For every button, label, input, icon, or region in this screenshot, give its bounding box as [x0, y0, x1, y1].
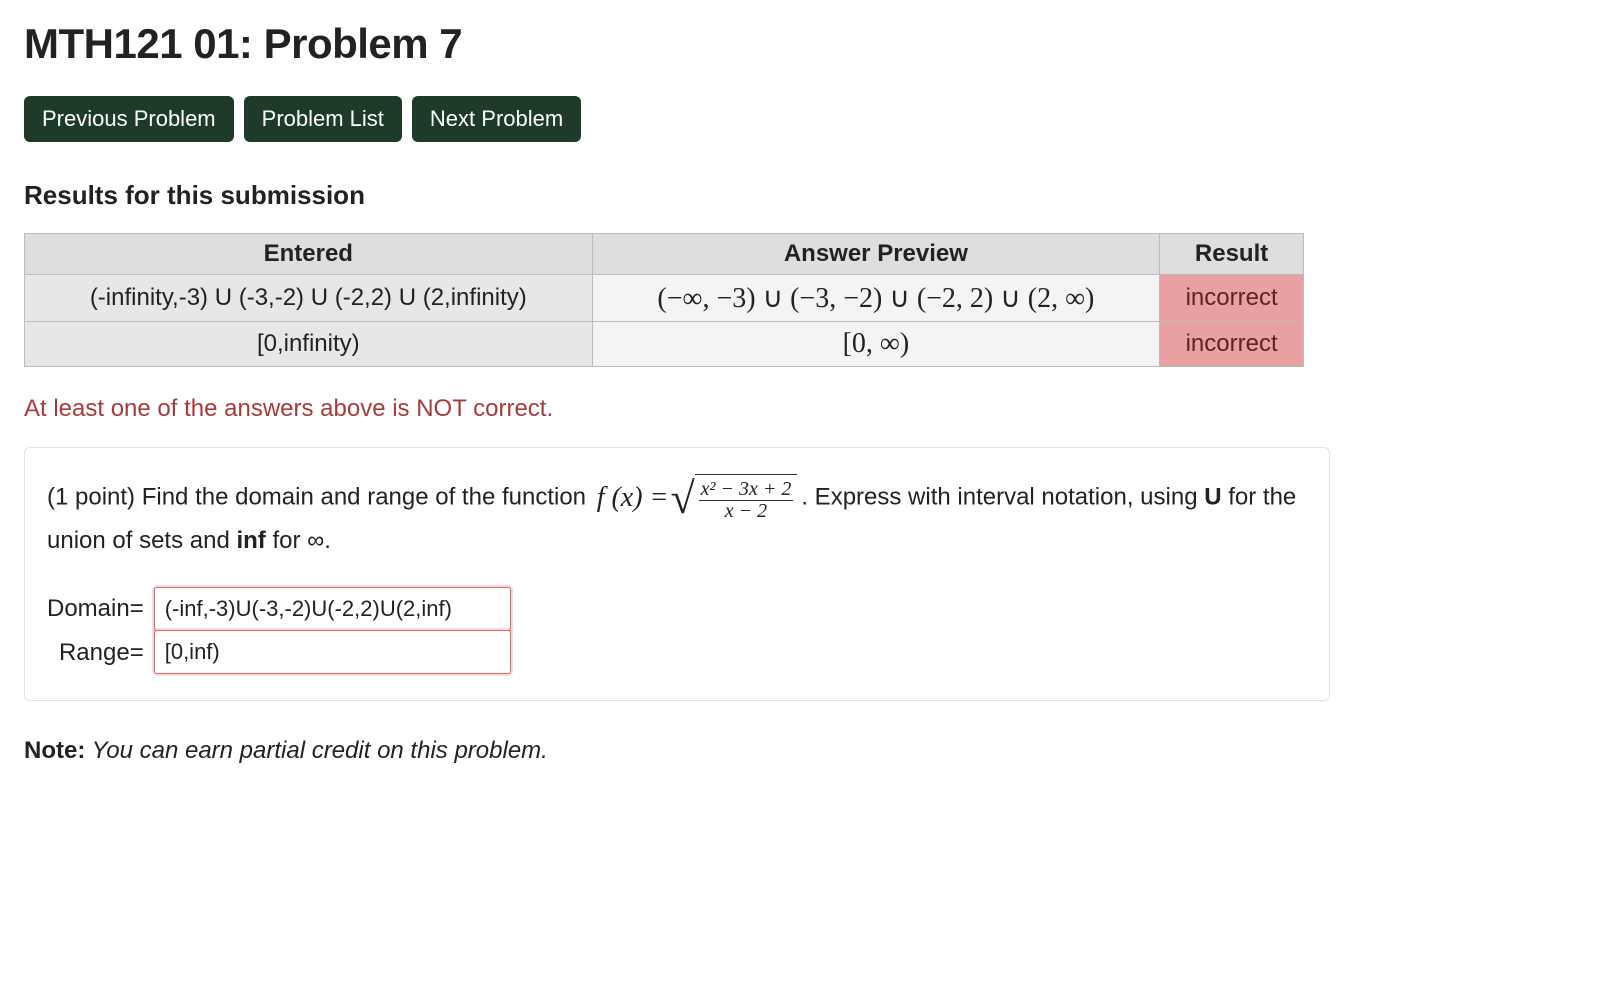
- domain-label: Domain=: [47, 595, 146, 623]
- entered-cell: [0,infinity): [25, 322, 593, 367]
- results-heading: Results for this submission: [24, 180, 1584, 211]
- problem-tail4: .: [324, 527, 331, 554]
- range-input[interactable]: [154, 630, 511, 674]
- range-label: Range=: [47, 639, 146, 667]
- problem-list-button[interactable]: Problem List: [244, 96, 402, 142]
- table-row: [0,infinity) [0, ∞) incorrect: [25, 322, 1304, 367]
- table-row: (-infinity,-3) U (-3,-2) U (-2,2) U (2,i…: [25, 275, 1304, 322]
- col-entered: Entered: [25, 234, 593, 275]
- note-text: You can earn partial credit on this prob…: [85, 737, 548, 764]
- fraction-numerator: x² − 3x + 2: [699, 479, 794, 501]
- sqrt-icon: √: [670, 480, 694, 528]
- problem-lead: Find the domain and range of the functio…: [135, 483, 593, 510]
- fn-lhs: f (x) =: [597, 476, 669, 519]
- inf-keyword-bold: inf: [236, 527, 265, 554]
- problem-statement: (1 point) Find the domain and range of t…: [24, 447, 1330, 701]
- preview-cell: (−∞, −3) ∪ (−3, −2) ∪ (−2, 2) ∪ (2, ∞): [592, 275, 1160, 322]
- results-table: Entered Answer Preview Result (-infinity…: [24, 233, 1304, 367]
- problem-tail3: for: [266, 527, 307, 554]
- preview-cell: [0, ∞): [592, 322, 1160, 367]
- problem-nav: Previous Problem Problem List Next Probl…: [24, 96, 1584, 142]
- function-expression: f (x) = √ x² − 3x + 2 x − 2: [597, 474, 798, 522]
- partial-credit-note: Note: You can earn partial credit on thi…: [24, 737, 1584, 765]
- col-result: Result: [1160, 234, 1304, 275]
- next-problem-button[interactable]: Next Problem: [412, 96, 581, 142]
- col-preview: Answer Preview: [592, 234, 1160, 275]
- fraction-denominator: x − 2: [723, 501, 769, 522]
- union-symbol-bold: U: [1204, 483, 1221, 510]
- problem-text: (1 point) Find the domain and range of t…: [47, 474, 1307, 559]
- note-label: Note:: [24, 737, 85, 764]
- result-cell: incorrect: [1160, 322, 1304, 367]
- domain-input[interactable]: [154, 587, 511, 631]
- page-title: MTH121 01: Problem 7: [24, 20, 1584, 68]
- points-label: (1 point): [47, 483, 135, 510]
- previous-problem-button[interactable]: Previous Problem: [24, 96, 234, 142]
- result-cell: incorrect: [1160, 275, 1304, 322]
- feedback-message: At least one of the answers above is NOT…: [24, 395, 1584, 423]
- entered-cell: (-infinity,-3) U (-3,-2) U (-2,2) U (2,i…: [25, 275, 593, 322]
- infinity-symbol: ∞: [307, 527, 324, 554]
- problem-tail1: . Express with interval notation, using: [801, 483, 1204, 510]
- answer-grid: Domain= Range=: [47, 587, 511, 674]
